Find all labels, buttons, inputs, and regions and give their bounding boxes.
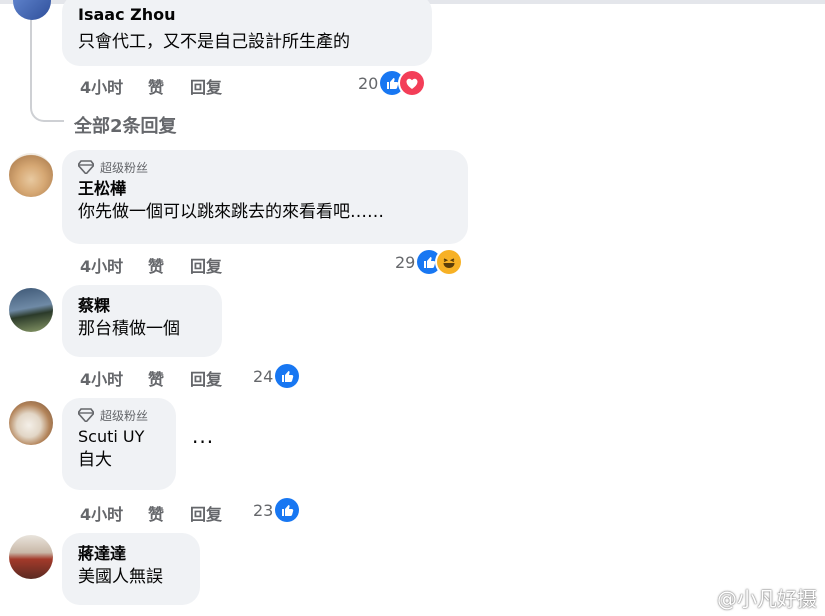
badge-label: 超级粉丝 xyxy=(100,160,149,175)
reply-button[interactable]: 回复 xyxy=(190,501,222,525)
avatar[interactable] xyxy=(9,401,53,445)
like-icon xyxy=(275,498,300,522)
avatar[interactable] xyxy=(9,535,53,579)
comment-author[interactable]: 蔣達達 xyxy=(78,543,184,565)
comment-bubble: 超级粉丝 Scuti UY 自大 xyxy=(62,398,176,490)
love-icon xyxy=(400,71,425,95)
top-fan-badge: 超级粉丝 xyxy=(78,406,160,424)
comment-text: 自大 xyxy=(78,450,112,470)
comment-bubble: 蔣達達 美國人無誤 xyxy=(62,533,200,605)
diamond-icon xyxy=(78,160,94,174)
more-options-button[interactable]: ··· xyxy=(192,430,214,454)
comment-bubble: 蔡粿 那台積做一個 xyxy=(62,285,222,357)
like-button[interactable]: 赞 xyxy=(148,366,164,390)
reaction-count[interactable]: 20 xyxy=(358,71,425,95)
reply-button[interactable]: 回复 xyxy=(190,74,222,98)
comment-bubble: Isaac Zhou 只會代工，又不是自己設計所生產的 xyxy=(62,0,432,66)
reply-thread-line xyxy=(30,16,64,122)
comment-text: 美國人無誤 xyxy=(78,567,163,587)
reaction-count[interactable]: 23 xyxy=(253,498,300,522)
comment-time[interactable]: 4小时 xyxy=(80,74,123,98)
comment-author[interactable]: Scuti UY xyxy=(78,426,160,448)
like-button[interactable]: 赞 xyxy=(148,74,164,98)
comment-text: 只會代工，又不是自己設計所生產的 xyxy=(78,32,350,52)
weibo-icon xyxy=(687,588,712,608)
watermark-text: @小凡好摄 xyxy=(717,587,817,611)
avatar[interactable] xyxy=(9,153,53,197)
comment-time[interactable]: 4小时 xyxy=(80,366,123,390)
reply-button[interactable]: 回复 xyxy=(190,253,222,277)
reaction-count[interactable]: 29 xyxy=(395,250,462,274)
reaction-count[interactable]: 24 xyxy=(253,364,300,388)
top-fan-badge: 超级粉丝 xyxy=(78,158,452,176)
reply-button[interactable]: 回复 xyxy=(190,366,222,390)
comment-text: 你先做一個可以跳來跳去的來看看吧…… xyxy=(78,202,384,222)
like-icon xyxy=(275,364,300,388)
badge-label: 超级粉丝 xyxy=(100,408,149,423)
like-button[interactable]: 赞 xyxy=(148,501,164,525)
like-button[interactable]: 赞 xyxy=(148,253,164,277)
watermark: @小凡好摄 xyxy=(687,583,817,612)
view-all-replies-link[interactable]: 全部2条回复 xyxy=(74,112,177,138)
comment-bubble: 超级粉丝 王松樺 你先做一個可以跳來跳去的來看看吧…… xyxy=(62,150,468,244)
comment-text: 那台積做一個 xyxy=(78,319,180,339)
comment-author[interactable]: Isaac Zhou xyxy=(78,4,416,26)
haha-icon xyxy=(437,250,462,274)
avatar[interactable] xyxy=(9,288,53,332)
comment-author[interactable]: 蔡粿 xyxy=(78,295,206,317)
comment-author[interactable]: 王松樺 xyxy=(78,178,452,200)
comment-time[interactable]: 4小时 xyxy=(80,501,123,525)
comment-time[interactable]: 4小时 xyxy=(80,253,123,277)
diamond-icon xyxy=(78,408,94,422)
